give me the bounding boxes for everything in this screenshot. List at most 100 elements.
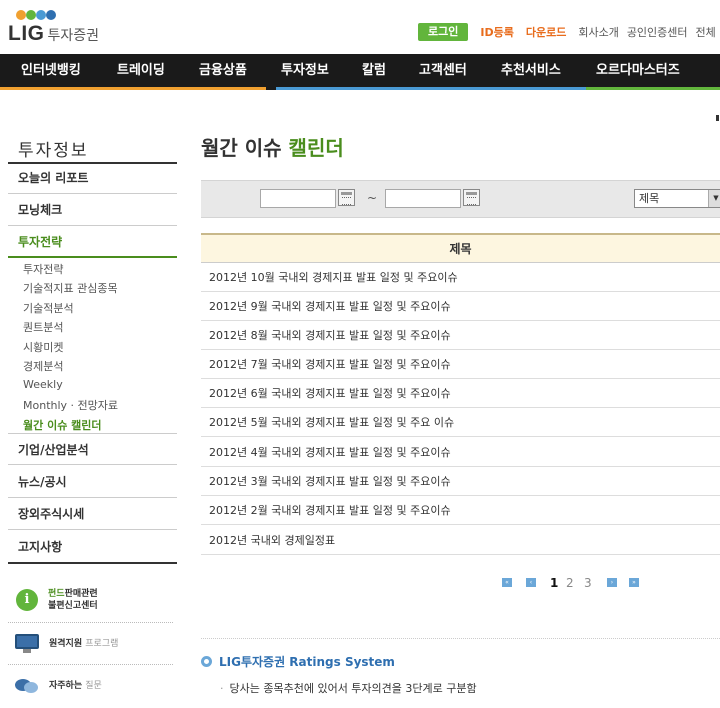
sidebar-item-today-report[interactable]: 오늘의 리포트 xyxy=(8,162,177,194)
remote-support-box[interactable]: 원격지원 프로그램 xyxy=(8,622,173,666)
sidebar-sub-issue-calendar[interactable]: 월간 이슈 캘린더 xyxy=(23,417,102,433)
table-row[interactable]: 2012년 10월 국내외 경제지표 발표 일정 및 주요이슈 xyxy=(201,263,720,292)
scroll-marker xyxy=(716,115,719,121)
faq-text: 자주하는 질문 xyxy=(49,680,102,692)
sidebar-item-company-analysis[interactable]: 기업/산업분석 xyxy=(8,433,177,465)
faq-box[interactable]: 자주하는 질문 xyxy=(8,664,173,708)
ratings-title: LIG투자증권 Ratings System xyxy=(201,653,395,670)
bullet-dot-icon: · xyxy=(220,682,224,695)
table-row[interactable]: 2012년 9월 국내외 경제지표 발표 일정 및 주요이슈 xyxy=(201,292,720,321)
search-type-value: 제목 xyxy=(639,192,660,205)
table-row[interactable]: 2012년 7월 국내외 경제지표 발표 일정 및 주요이슈 xyxy=(201,350,720,379)
bubble-front xyxy=(24,682,38,693)
calendar-icon[interactable] xyxy=(463,189,480,206)
nav-color-bar xyxy=(0,87,102,90)
faq-main: 자주하는 xyxy=(49,681,83,691)
nav-orda-masters[interactable]: 오르다마스터즈 xyxy=(596,54,680,87)
download-link[interactable]: 다운로드 xyxy=(526,24,566,40)
table-row[interactable]: 2012년 8월 국내외 경제지표 발표 일정 및 주요이슈 xyxy=(201,321,720,350)
nav-investment-info[interactable]: 투자정보 xyxy=(281,54,329,87)
first-page-button[interactable]: « xyxy=(502,578,512,587)
sidebar-item-news[interactable]: 뉴스/공시 xyxy=(8,466,177,498)
section-divider xyxy=(201,638,720,639)
logo-dot xyxy=(46,10,56,20)
fund-line2: 불편신고센터 xyxy=(48,601,98,611)
table-row[interactable]: 2012년 국내외 경제일정표 xyxy=(201,526,720,555)
sidebar-sub-economy[interactable]: 경제분석 xyxy=(23,358,63,374)
nav-column[interactable]: 칼럼 xyxy=(362,54,386,87)
logo-main: LIG xyxy=(8,22,45,45)
cert-center-link[interactable]: 공인인증센터 xyxy=(627,24,688,40)
next-page-button[interactable]: › xyxy=(607,578,617,587)
chevron-down-icon[interactable]: ▼ xyxy=(708,190,720,207)
logo-dot xyxy=(16,10,26,20)
nav-color-bar xyxy=(276,87,586,90)
sidebar-item-morning-check[interactable]: 모닝체크 xyxy=(8,194,177,226)
remote-support-text: 원격지원 프로그램 xyxy=(49,638,118,650)
ratings-text: · 당사는 종목추천에 있어서 투자의견을 3단계로 구분함 xyxy=(220,680,477,696)
sidebar-sub-strategy[interactable]: 투자전략 xyxy=(23,261,63,277)
sidebar-sub-tech-analysis[interactable]: 기술적분석 xyxy=(23,300,74,316)
logo-dot xyxy=(26,10,36,20)
sidebar-item-otc-price[interactable]: 장외주식시세 xyxy=(8,498,177,530)
fund-complaint-text: 펀드판매관련 불편신고센터 xyxy=(48,588,98,612)
header: LIG 투자증권 로그인 ID등록 다운로드 회사소개 공인인증센터 전체 xyxy=(0,0,720,54)
sidebar-sub-tech-indicator[interactable]: 기술적지표 관심종목 xyxy=(23,280,118,296)
sidebar-sub-market[interactable]: 시황미켓 xyxy=(23,339,63,355)
last-page-button[interactable]: » xyxy=(629,578,639,587)
monitor-stand xyxy=(23,649,31,653)
nav-customer-center[interactable]: 고객센터 xyxy=(419,54,467,87)
nav-trading[interactable]: 트레이딩 xyxy=(117,54,165,87)
search-type-select[interactable]: 제목 ▼ xyxy=(634,189,720,208)
table-row[interactable]: 2012년 6월 국내외 경제지표 발표 일정 및 주요이슈 xyxy=(201,379,720,408)
table-row[interactable]: 2012년 2월 국내외 경제지표 발표 일정 및 주요이슈 xyxy=(201,496,720,525)
sidebar-item-notice[interactable]: 고지사항 xyxy=(8,531,177,563)
start-date-input[interactable] xyxy=(260,189,336,208)
page-title: 월간 이슈 캘린더 xyxy=(201,132,344,161)
id-register-link[interactable]: ID등록 xyxy=(480,24,513,40)
logo-sub: 투자증권 xyxy=(47,27,100,43)
company-link[interactable]: 회사소개 xyxy=(578,24,618,40)
sidebar-sub-quant[interactable]: 퀀트분석 xyxy=(23,319,63,335)
bullet-circle-icon xyxy=(201,656,212,667)
date-range-separator: ~ xyxy=(367,191,378,205)
main-nav: 인터넷뱅킹 트레이딩 금융상품 투자정보 칼럼 고객센터 추천서비스 오르다마스… xyxy=(0,54,720,90)
table-header: 제목 xyxy=(201,233,720,263)
end-date-input[interactable] xyxy=(385,189,461,208)
prev-page-button[interactable]: ‹ xyxy=(526,578,536,587)
sidebar-sub-weekly[interactable]: Weekly xyxy=(23,378,63,391)
fund-line1: 판매관련 xyxy=(64,589,98,599)
info-icon: i xyxy=(16,589,38,611)
page-2[interactable]: 2 xyxy=(566,576,574,590)
chat-bubble-icon xyxy=(15,677,39,695)
logo-dot xyxy=(36,10,46,20)
fund-label: 펀드 xyxy=(48,589,65,599)
table-row[interactable]: 2012년 3월 국내외 경제지표 발표 일정 및 주요이슈 xyxy=(201,467,720,496)
faq-light: 질문 xyxy=(85,681,102,691)
sidebar-item-investment-strategy[interactable]: 투자전략 xyxy=(8,226,177,258)
nav-color-bar xyxy=(102,87,184,90)
fund-complaint-box[interactable]: i 펀드판매관련 불편신고센터 xyxy=(8,578,173,622)
pagination: « ‹ 1 2 3 › » xyxy=(502,576,642,590)
monitor-icon xyxy=(15,634,39,654)
ratings-title-text: LIG투자증권 Ratings System xyxy=(219,655,395,669)
logo-text: LIG 투자증권 xyxy=(8,22,99,46)
nav-internet-banking[interactable]: 인터넷뱅킹 xyxy=(21,54,81,87)
all-menu-link[interactable]: 전체 xyxy=(696,24,716,40)
sidebar-sub-monthly[interactable]: Monthly · 전망자료 xyxy=(23,397,118,413)
page-title-highlight: 캘린더 xyxy=(288,136,344,160)
calendar-icon[interactable] xyxy=(338,189,355,206)
nav-recommend-service[interactable]: 추천서비스 xyxy=(501,54,561,87)
page-1[interactable]: 1 xyxy=(550,576,558,590)
table-row[interactable]: 2012년 4월 국내외 경제지표 발표 일정 및 주요이슈 xyxy=(201,438,720,467)
search-bar: ~ 제목 ▼ xyxy=(201,180,720,218)
nav-financial-products[interactable]: 금융상품 xyxy=(199,54,247,87)
login-button[interactable]: 로그인 xyxy=(418,23,469,41)
nav-color-bar xyxy=(586,87,720,90)
top-links: 로그인 ID등록 다운로드 회사소개 공인인증센터 전체 xyxy=(418,22,720,42)
page-3[interactable]: 3 xyxy=(584,576,592,590)
ratings-body: 당사는 종목추천에 있어서 투자의견을 3단계로 구분함 xyxy=(229,682,477,695)
sidebar-bottom-line xyxy=(8,562,177,564)
table-row[interactable]: 2012년 5월 국내외 경제지표 발표 일정 및 주요 이슈 xyxy=(201,408,720,437)
sidebar-title: 투자정보 xyxy=(18,141,89,161)
